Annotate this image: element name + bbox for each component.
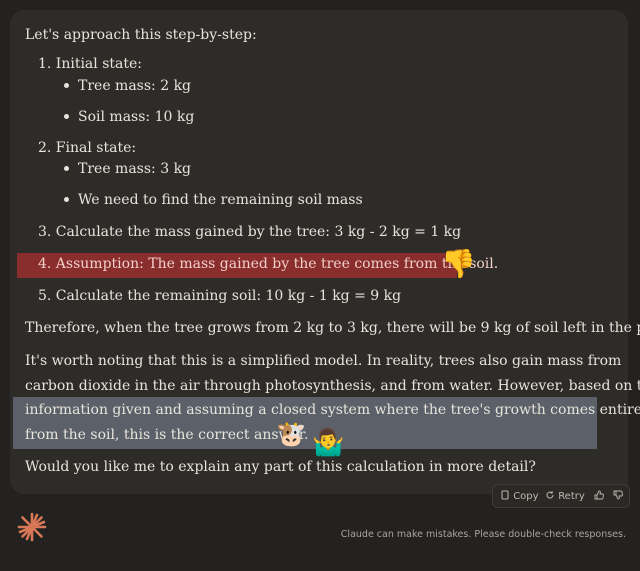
thumbs-up-icon [594,490,604,500]
copy-button[interactable]: Copy [501,490,539,502]
disclaimer-text: Claude can make mistakes. Please double-… [340,529,626,540]
note-line-2: carbon dioxide in the air through photos… [25,378,640,394]
follow-up-question: Would you like me to explain any part of… [25,459,536,475]
list-item: Soil mass: 10 kg [64,109,194,125]
retry-button[interactable]: Retry [545,490,585,502]
claude-logo-icon [17,512,47,542]
shrug-icon: 🤷‍♂️ [312,428,345,458]
message-actions: Copy Retry [492,484,630,508]
bullet-icon [64,165,69,171]
list-item: Tree mass: 3 kg [64,161,191,177]
conclusion-text: Therefore, when the tree grows from 2 kg… [25,320,640,336]
list-item: Tree mass: 2 kg [64,78,191,94]
cow-icon: 🐮 [276,420,306,448]
step-1-label: 1. Initial state: [38,56,142,72]
step-4-label: 4. Assumption: The mass gained by the tr… [38,256,499,272]
step-3-label: 3. Calculate the mass gained by the tree… [38,224,462,240]
note-line-1: It's worth noting that this is a simplif… [25,353,622,369]
intro-text: Let's approach this step-by-step: [25,27,257,43]
note-line-4: from the soil, this is the correct answe… [25,427,309,443]
bullet-icon [64,196,69,202]
thumbs-down-icon: 👎 [441,247,476,280]
step-2-label: 2. Final state: [38,140,137,156]
thumbs-up-button[interactable] [594,490,604,503]
retry-icon [546,491,554,499]
copy-icon [501,490,509,500]
step-5-label: 5. Calculate the remaining soil: 10 kg -… [38,288,402,304]
list-item: We need to find the remaining soil mass [64,192,363,208]
bullet-icon [64,82,69,88]
bullet-icon [64,113,69,119]
thumbs-down-button[interactable] [613,490,623,503]
note-line-3: information given and assuming a closed … [25,402,640,418]
thumbs-down-icon [613,490,623,500]
